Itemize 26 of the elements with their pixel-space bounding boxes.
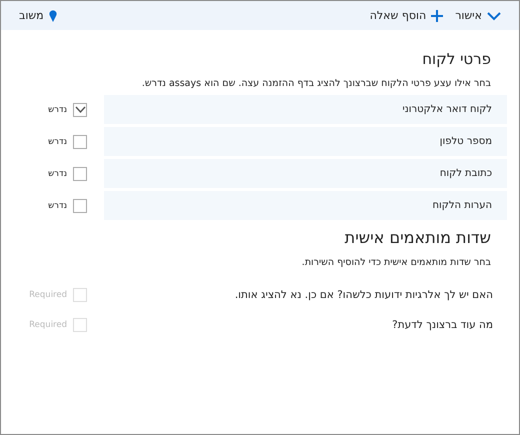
required-checkbox[interactable] (73, 198, 87, 212)
required-label: נדרש (48, 136, 67, 146)
field-row: לקוח דואר אלקטרוני (104, 95, 507, 124)
field-row: הערות הלקוח (104, 191, 507, 220)
required-label: נדרש (48, 168, 67, 178)
required-label: נדרש (48, 200, 67, 210)
required-label: Required (29, 290, 67, 300)
section-title: שדות מותאמים אישית (344, 228, 491, 247)
add-question-button[interactable]: הוסף שאלה (370, 9, 444, 22)
field-row-text: מה עוד ברצונך לדעת? (391, 318, 494, 333)
required-checkbox[interactable] (73, 166, 87, 180)
required-label: Required (29, 320, 67, 330)
field-row: מספר טלפון (104, 127, 507, 156)
chevron-down-icon (487, 10, 501, 20)
plus-icon (431, 10, 444, 22)
required-checkbox[interactable] (73, 134, 87, 148)
pin-icon (48, 10, 57, 22)
field-row: כתובת לקוח (104, 159, 507, 188)
section-description: בחר שדות מותאמים אישית כדי להוסיף השירות. (300, 257, 491, 268)
section-title: פרטי לקוח (421, 50, 491, 68)
feedback-button[interactable]: משוב (19, 9, 57, 22)
confirm-button[interactable]: אישור (455, 9, 501, 22)
required-checkbox[interactable] (73, 102, 87, 116)
required-label: נדרש (48, 104, 67, 114)
field-row-text: האם יש לך אלרגיות ידועות כלשהו? אם כן. נא להציג אותו. (234, 288, 494, 303)
section-description: בחר אילו עצע פרטי הלקוח שברצונך להציג בדף ההזמנה עצה. שם הוא assays נדרש. (140, 78, 491, 89)
